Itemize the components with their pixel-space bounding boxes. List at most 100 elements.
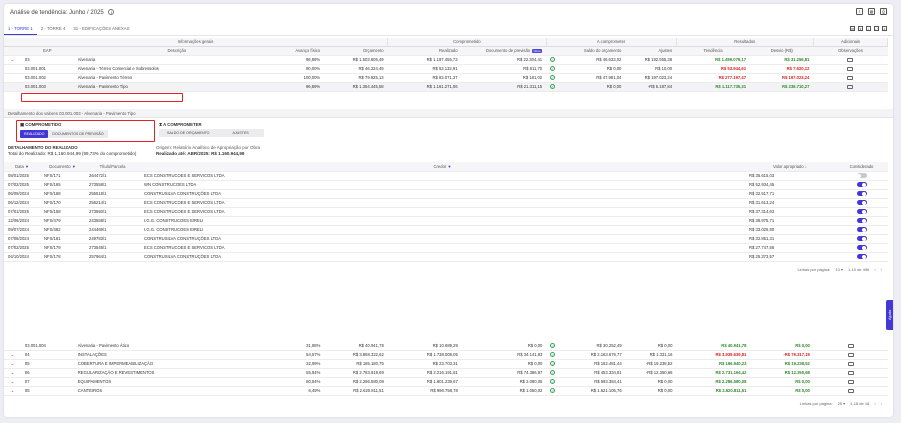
table-row[interactable]: ⌄ 07 EQUIPAMENTOS 80,84% R$ 2.286.580,08 R$ 1… — [4, 377, 888, 387]
comment-icon[interactable] — [847, 57, 854, 62]
sort-down-icon[interactable]: ↓ — [805, 164, 807, 169]
col-eap[interactable]: EAP — [20, 46, 74, 56]
table-row[interactable]: ⌄ 03 Alvenaria 96,88% R$ 1.503.605,49 R$ 1.19… — [4, 55, 888, 65]
next-page-icon[interactable]: › — [881, 267, 882, 272]
cell-observacoes[interactable] — [813, 82, 888, 92]
expand-cell[interactable] — [4, 73, 21, 83]
col-considerado[interactable]: Considerado — [835, 162, 888, 172]
col-ajustes[interactable]: Ajustes — [625, 46, 677, 56]
cell-observacoes[interactable] — [813, 368, 888, 378]
col-descricao[interactable]: Descrição — [73, 46, 280, 56]
table-row[interactable]: 03.001.004 Alvenaria - Pavimento Ático 31,… — [4, 341, 888, 351]
col-credor[interactable]: Credor ▼ — [140, 162, 745, 172]
considerado-toggle[interactable] — [856, 173, 867, 179]
search-icon[interactable]: ⌕ — [866, 26, 871, 31]
col-titulo[interactable]: Título/Parcela — [85, 162, 140, 172]
chevron-icon[interactable]: ⌄ — [11, 57, 15, 62]
cell-observacoes[interactable] — [813, 377, 888, 387]
seg-documentos-previsao[interactable]: DOCUMENTOS DE PREVISÃO — [48, 130, 107, 138]
info-icon[interactable]: i — [108, 9, 115, 15]
col-data[interactable]: Data ▼ — [4, 162, 40, 172]
comment-icon[interactable] — [847, 361, 854, 366]
considerado-toggle[interactable] — [856, 236, 867, 242]
comment-icon[interactable] — [847, 388, 854, 393]
comment-icon[interactable] — [847, 66, 854, 71]
considerado-toggle[interactable] — [856, 218, 867, 224]
comment-icon[interactable] — [847, 352, 854, 357]
cell-observacoes[interactable] — [813, 386, 888, 396]
grid-view-icon[interactable]: ▦ — [868, 8, 875, 15]
rows-per-page-select[interactable]: 10 ▾ — [835, 267, 843, 272]
comment-icon[interactable] — [847, 84, 854, 89]
col-valor[interactable]: Valor apropriado ↓ — [745, 162, 835, 172]
table-row[interactable]: ⌄ 04 INSTALAÇÕES 54,57% R$ 3.868.322,62 R$ 1.… — [4, 350, 888, 360]
considerado-toggle[interactable] — [856, 182, 867, 188]
chevron-icon[interactable]: ⌄ — [11, 352, 15, 357]
cell-observacoes[interactable] — [813, 55, 888, 65]
comment-icon[interactable] — [847, 343, 854, 348]
tab-edificacoes-anexas[interactable]: 31 - EDIFICAÇÕES ANEXAS — [69, 24, 133, 35]
expand-cell[interactable]: ⌄ — [4, 350, 21, 360]
cell-observacoes[interactable] — [813, 341, 888, 351]
expand-cell[interactable]: ⌄ — [4, 368, 21, 378]
considerado-toggle[interactable] — [856, 245, 867, 251]
expand-cell[interactable] — [4, 64, 21, 74]
comment-icon[interactable] — [847, 379, 854, 384]
filter-credor-icon[interactable]: ▼ — [448, 164, 452, 169]
seg-saldo-orcamento[interactable]: SALDO DE ORÇAMENTO — [159, 129, 217, 137]
cell-observacoes[interactable] — [813, 73, 888, 83]
table-row[interactable]: ⌄ 08 CANTEIROS 6,49% R$ 2.620.811,51 R$ 996.7… — [4, 386, 888, 396]
table-row[interactable]: 03.001.003 Alvenaria - Pavimento Tipo 96,8… — [4, 82, 888, 92]
filter-documento-icon[interactable]: ▼ — [72, 164, 76, 169]
help-tab[interactable]: Ajuda — [886, 300, 893, 330]
cell-observacoes[interactable] — [813, 359, 888, 369]
expand-cell[interactable] — [4, 341, 21, 351]
chevron-icon[interactable]: ⌄ — [11, 379, 15, 384]
table-row[interactable]: ⌄ 06 REGULARIZAÇÃO E REVESTIMENTOS 55,84% R$… — [4, 368, 888, 378]
cell-observacoes[interactable] — [813, 350, 888, 360]
chevron-icon[interactable]: ⌄ — [11, 370, 15, 375]
col-documento-previsao[interactable]: Documento de previsão Novo — [461, 46, 547, 56]
print-icon[interactable]: ⎙ — [880, 8, 887, 15]
rows-per-page-select-2[interactable]: 25 ▾ — [838, 401, 846, 406]
table-row[interactable]: 03.001.001 Alvenaria - Térreo Comercial e… — [4, 64, 888, 74]
expand-cell[interactable]: ⌄ — [4, 386, 21, 396]
filter-data-icon[interactable]: ▼ — [25, 164, 29, 169]
considerado-toggle[interactable] — [856, 191, 867, 197]
col-tendencia[interactable]: Tendência — [676, 46, 751, 56]
considerado-toggle[interactable] — [856, 254, 867, 260]
col-observacoes[interactable]: Observações — [813, 46, 888, 56]
col-orcamento[interactable]: Orçamento — [324, 46, 388, 56]
considerado-toggle[interactable] — [856, 200, 867, 206]
col-saldo[interactable]: Saldo do orçamento — [546, 46, 626, 56]
prev-page-icon-2[interactable]: ‹ — [874, 401, 875, 406]
expand-cell[interactable] — [4, 82, 21, 92]
next-page-icon-2[interactable]: › — [881, 401, 882, 406]
table-row[interactable]: 03.001.002 Alvenaria - Pavimento Térreo 10… — [4, 73, 888, 83]
chevron-icon[interactable]: ⌄ — [11, 388, 15, 393]
seg-realizado[interactable]: REALIZADO — [20, 130, 49, 138]
seg-ajustes[interactable]: AJUSTES — [217, 129, 263, 137]
tab-torre-4[interactable]: 2 - TORRE 4 — [37, 24, 70, 35]
col-desvio[interactable]: Desvio (R$) — [750, 46, 814, 56]
chevron-icon[interactable]: ⌄ — [11, 361, 15, 366]
table-row[interactable]: ⌄ 05 COBERTURA E IMPERMEABILIZAÇÃO 32,99% R$… — [4, 359, 888, 369]
comment-icon[interactable] — [847, 75, 854, 80]
export-icon[interactable]: ⇩ — [856, 8, 863, 15]
expand-cell[interactable]: ⌄ — [4, 359, 21, 369]
col-avanco[interactable]: Avanço físico — [279, 46, 325, 56]
considerado-toggle[interactable] — [856, 227, 867, 233]
tab-torre-1[interactable]: 1 - TORRE 1 — [4, 24, 37, 35]
expand-cell[interactable]: ⌄ — [4, 377, 21, 387]
expand-icon[interactable]: ⤢ — [874, 26, 879, 31]
prev-page-icon[interactable]: ‹ — [874, 267, 875, 272]
considerado-toggle[interactable] — [856, 209, 867, 215]
col-documento[interactable]: Documento ▼ — [40, 162, 85, 172]
cell-observacoes[interactable] — [813, 64, 888, 74]
expand-cell[interactable]: ⌄ — [4, 55, 21, 65]
comment-icon[interactable] — [847, 370, 854, 375]
columns-icon[interactable]: ▥ — [850, 26, 855, 31]
density-icon[interactable]: ≡ — [882, 26, 887, 31]
filter-icon[interactable]: ▾ — [858, 26, 863, 31]
col-realizado[interactable]: Realizado — [387, 46, 462, 56]
